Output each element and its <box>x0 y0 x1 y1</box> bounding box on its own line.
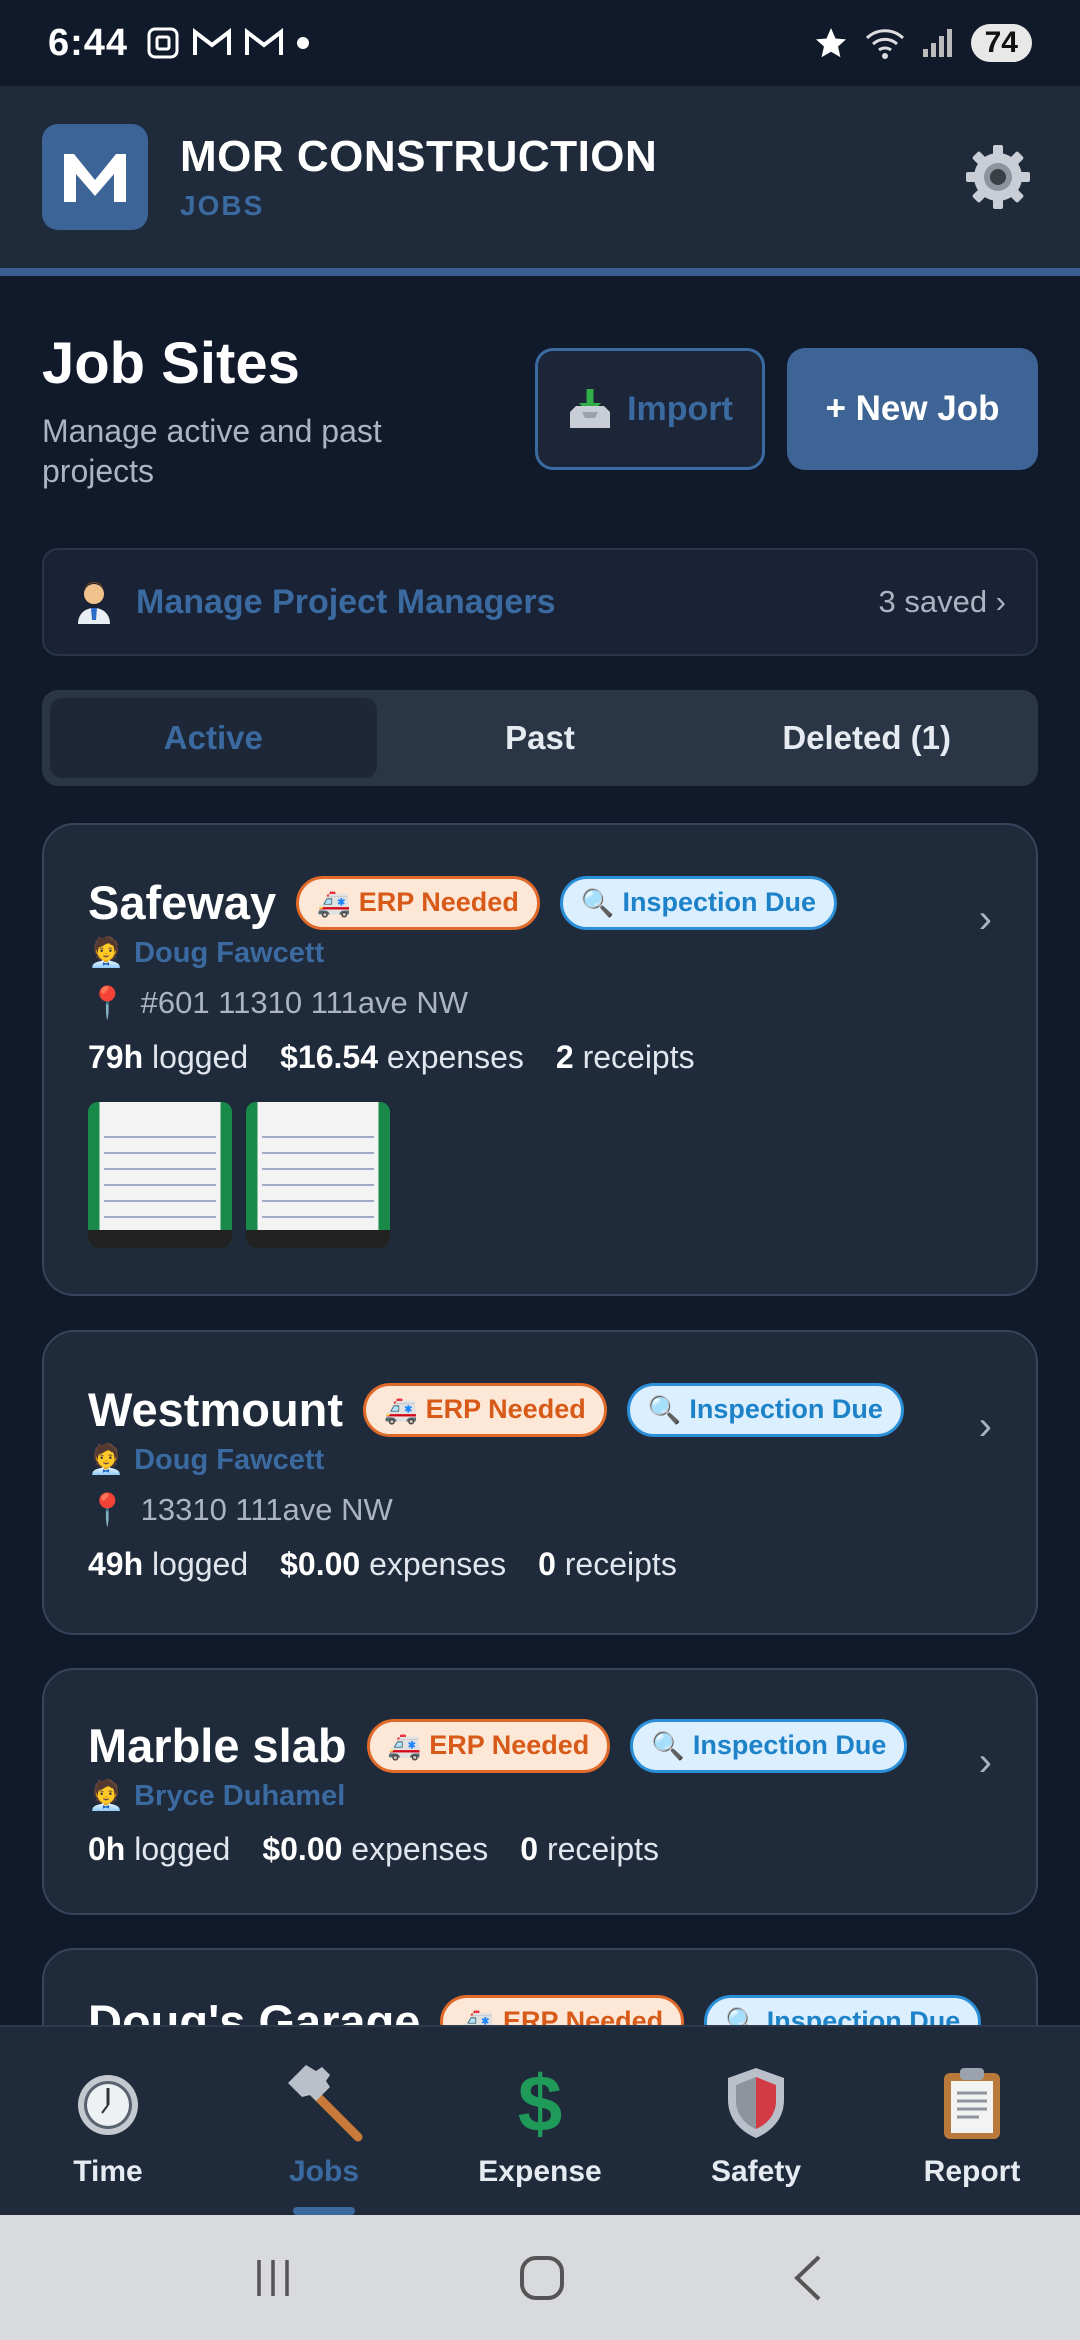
person-icon: 🧑‍💼 <box>88 1444 125 1476</box>
pin-icon: 📍 <box>88 985 127 1020</box>
job-name: Westmount <box>88 1383 344 1436</box>
gmail-icon <box>193 28 232 55</box>
star-icon <box>815 28 846 58</box>
dollar-sign-icon: $ <box>518 2065 563 2141</box>
home-icon[interactable] <box>517 2253 567 2303</box>
job-stats: 49h logged $0.00 expenses 0 receipts <box>88 1546 677 1582</box>
project-manager: 🧑‍💼 Doug Fawcett <box>88 936 325 970</box>
status-time: 6:44 <box>48 21 129 64</box>
chevron-right-icon: › <box>978 1740 992 1784</box>
receipt-thumbnail[interactable] <box>88 1102 232 1248</box>
project-manager: 🧑‍💼 Doug Fawcett <box>88 1443 325 1477</box>
nav-report[interactable]: Report <box>864 2027 1080 2215</box>
manage-project-managers-row[interactable]: Manage Project Managers 3 saved › <box>42 548 1038 656</box>
bottom-navigation: Time Jobs $ Expense Safety Report <box>0 2025 1080 2215</box>
nav-time[interactable]: Time <box>0 2027 216 2215</box>
chevron-right-icon: › <box>978 1404 992 1448</box>
project-manager: 🧑‍💼 Bryce Duhamel <box>88 1779 346 1813</box>
person-icon <box>78 582 110 624</box>
managers-count: 3 saved › <box>878 584 1006 619</box>
ambulance-icon: 🚑 <box>384 1394 418 1425</box>
recent-apps-icon[interactable] <box>251 2256 295 2300</box>
import-label: Import <box>627 389 733 428</box>
hammer-icon <box>288 2065 363 2142</box>
notification-icons <box>146 26 310 60</box>
svg-text:$: $ <box>518 2065 563 2141</box>
page-title: Job Sites <box>42 331 300 396</box>
system-navigation-bar <box>0 2215 1080 2340</box>
job-address: 📍 #601 11310 111ave NW <box>88 984 469 1021</box>
nav-jobs[interactable]: Jobs <box>216 2027 432 2215</box>
back-icon[interactable] <box>789 2253 829 2303</box>
import-button[interactable]: Import <box>535 348 765 470</box>
erp-needed-badge: 🚑 ERP Needed <box>296 875 540 930</box>
job-card[interactable]: Westmount 🚑 ERP Needed 🔍 Inspection Due › … <box>42 1330 1038 1635</box>
person-icon: 🧑‍💼 <box>88 1780 125 1812</box>
nav-expense[interactable]: $ Expense <box>432 2027 648 2215</box>
chevron-right-icon: › <box>978 897 992 941</box>
nav-safety[interactable]: Safety <box>648 2027 864 2215</box>
gear-icon <box>966 145 1030 209</box>
person-icon: 🧑‍💼 <box>88 937 125 969</box>
page-subtitle: Manage active and past projects <box>42 413 382 489</box>
magnifier-icon: 🔍 <box>647 1394 682 1425</box>
inspection-due-badge: 🔍 Inspection Due <box>559 875 837 930</box>
job-address: 📍 13310 111ave NW <box>88 1491 393 1528</box>
receipt-thumbnail[interactable] <box>246 1102 390 1248</box>
pin-icon: 📍 <box>88 1492 127 1527</box>
battery-indicator: 74 <box>970 24 1032 62</box>
magnifier-icon: 🔍 <box>580 887 615 918</box>
settings-button[interactable] <box>958 137 1038 217</box>
job-name: Marble slab <box>88 1719 347 1772</box>
job-stats: 0h logged $0.00 expenses 0 receipts <box>88 1831 660 1867</box>
stopwatch-icon <box>78 2075 138 2135</box>
new-job-button[interactable]: + New Job <box>787 348 1038 470</box>
tab-active[interactable]: Active <box>50 698 377 778</box>
tab-past[interactable]: Past <box>377 698 704 778</box>
gmail-icon <box>245 28 284 55</box>
active-tab-indicator <box>293 2207 355 2215</box>
erp-needed-badge: 🚑 ERP Needed <box>366 1718 611 1773</box>
job-name: Safeway <box>88 876 277 929</box>
ambulance-icon: 🚑 <box>387 1730 422 1761</box>
inbox-tray-icon <box>570 389 611 428</box>
status-bar: 6:44 74 <box>0 0 1080 86</box>
dot-icon <box>297 37 310 49</box>
signal-icon <box>922 29 952 57</box>
shield-icon <box>728 2068 784 2138</box>
job-stats: 79h logged $16.54 expenses 2 receipts <box>88 1039 695 1075</box>
clipboard-icon <box>944 2068 1000 2139</box>
screenshot-icon <box>147 27 179 59</box>
manage-managers-label: Manage Project Managers <box>136 582 556 621</box>
job-card[interactable]: Marble slab 🚑 ERP Needed 🔍 Inspection Due … <box>42 1668 1038 1915</box>
app-logo <box>42 124 148 230</box>
ambulance-icon: 🚑 <box>317 887 351 918</box>
company-name: MOR CONSTRUCTION <box>180 132 658 181</box>
inspection-due-badge: 🔍 Inspection Due <box>626 1382 904 1437</box>
erp-needed-badge: 🚑 ERP Needed <box>363 1382 607 1437</box>
wifi-icon <box>865 29 904 59</box>
inspection-due-badge: 🔍 Inspection Due <box>630 1718 908 1773</box>
tab-deleted[interactable]: Deleted (1) <box>703 698 1030 778</box>
section-name: JOBS <box>180 190 265 221</box>
app-header: MOR CONSTRUCTION JOBS <box>0 86 1080 276</box>
job-card[interactable]: Safeway 🚑 ERP Needed 🔍 Inspection Due › 🧑‍… <box>42 823 1038 1296</box>
magnifier-icon: 🔍 <box>651 1730 685 1761</box>
job-filter-tabs: Active Past Deleted (1) <box>42 690 1038 786</box>
